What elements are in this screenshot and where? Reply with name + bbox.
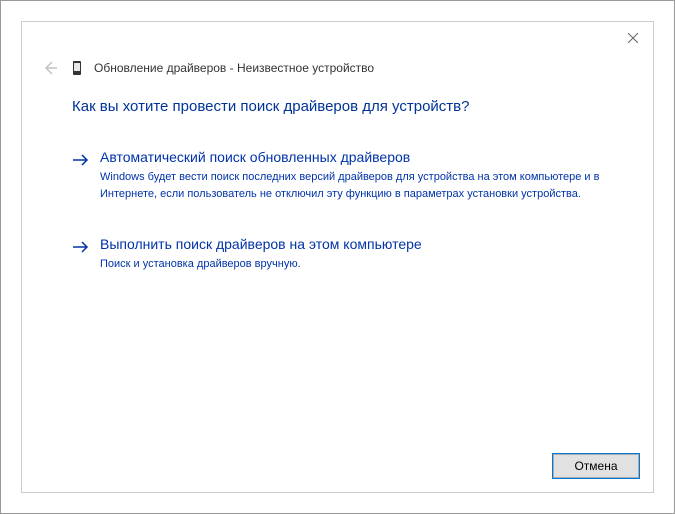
back-button xyxy=(40,58,60,78)
option-title: Автоматический поиск обновленных драйвер… xyxy=(100,149,603,165)
device-icon xyxy=(70,59,84,77)
option-description: Поиск и установка драйверов вручную. xyxy=(100,256,603,273)
option-auto-search[interactable]: Автоматический поиск обновленных драйвер… xyxy=(72,147,603,204)
option-description: Windows будет вести поиск последних верс… xyxy=(100,169,603,202)
option-body: Автоматический поиск обновленных драйвер… xyxy=(100,149,603,202)
arrow-right-icon xyxy=(72,151,90,169)
dialog-content: Как вы хотите провести поиск драйверов д… xyxy=(72,98,603,305)
window-frame: Обновление драйверов - Неизвестное устро… xyxy=(0,0,675,514)
option-title: Выполнить поиск драйверов на этом компью… xyxy=(100,236,603,252)
back-arrow-icon xyxy=(43,61,57,75)
close-button[interactable] xyxy=(625,30,641,46)
option-body: Выполнить поиск драйверов на этом компью… xyxy=(100,236,603,273)
dialog-heading: Как вы хотите провести поиск драйверов д… xyxy=(72,98,603,115)
close-icon xyxy=(628,33,638,43)
dialog-header: Обновление драйверов - Неизвестное устро… xyxy=(40,58,374,78)
arrow-right-icon xyxy=(72,238,90,256)
dialog-title: Обновление драйверов - Неизвестное устро… xyxy=(94,61,374,75)
dialog-footer: Отмена xyxy=(553,454,639,478)
option-manual-search[interactable]: Выполнить поиск драйверов на этом компью… xyxy=(72,234,603,275)
cancel-button[interactable]: Отмена xyxy=(553,454,639,478)
dialog-frame: Обновление драйверов - Неизвестное устро… xyxy=(21,21,654,493)
